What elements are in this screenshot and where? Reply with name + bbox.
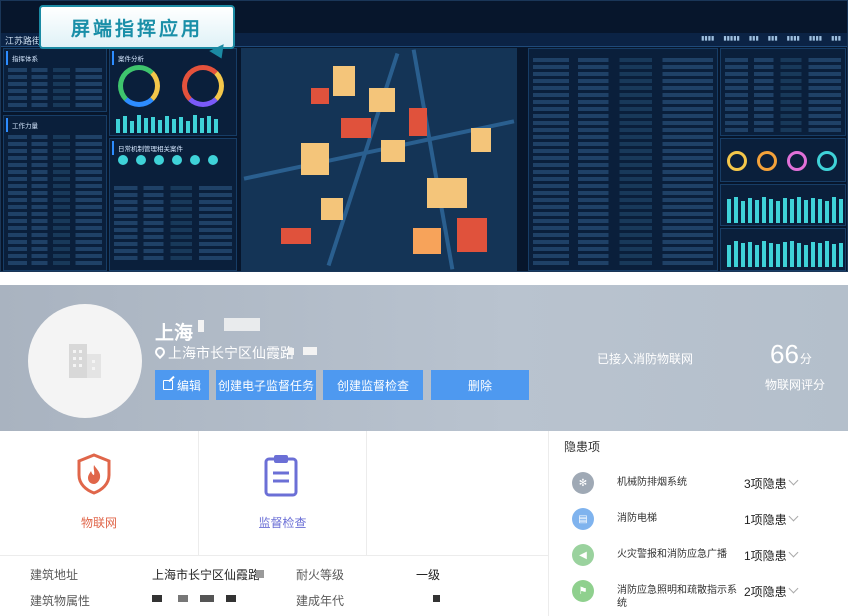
dashboard-weather-strip: ▮▮▮▮ ▮▮▮▮▮ ▮▮▮ ▮▮▮ ▮▮▮▮ ▮▮▮▮ ▮▮▮ bbox=[701, 35, 841, 42]
card-empty bbox=[367, 431, 548, 556]
iot-score-label: 物联网评分 bbox=[765, 378, 826, 392]
attr-property-label: 建筑物属性 bbox=[30, 594, 91, 608]
hazard-count: 1项隐患 bbox=[744, 549, 787, 563]
redacted-property-3 bbox=[200, 595, 214, 602]
hazards-title: 隐患项 bbox=[564, 440, 601, 454]
hazard-item[interactable]: ▤ 消防电梯 1项隐患 bbox=[568, 504, 838, 536]
page: 屏端指挥应用 江苏路街 ▮▮▮▮ ▮▮▮▮▮ ▮▮▮ ▮▮▮ ▮▮▮▮ ▮▮▮▮… bbox=[0, 0, 848, 616]
hazard-name: 消防应急照明和疏散指示系统 bbox=[617, 585, 737, 609]
panel-stats-middle bbox=[528, 48, 718, 271]
module-cards: 物联网 监督检查 bbox=[0, 431, 548, 556]
panel-command-system-title: 指挥体系 bbox=[6, 51, 106, 65]
elevator-icon: ▤ bbox=[572, 508, 594, 530]
create-inspection-button[interactable]: 创建监督检查 bbox=[323, 370, 423, 400]
building-address: 上海市长宁区仙霞路 bbox=[155, 343, 294, 363]
iot-score: 66 分 bbox=[770, 339, 812, 370]
redacted-address-1 bbox=[288, 348, 294, 355]
district-map bbox=[241, 48, 517, 271]
chevron-down-icon[interactable] bbox=[788, 547, 799, 558]
iot-score-value: 66 bbox=[770, 339, 799, 369]
weather-level-icon: ▮▮▮ bbox=[831, 36, 841, 42]
attr-address-label: 建筑地址 bbox=[30, 568, 79, 582]
redacted-property-4 bbox=[226, 595, 236, 602]
edit-button-label: 编辑 bbox=[176, 378, 201, 393]
dashboard-banner: 屏端指挥应用 bbox=[39, 5, 235, 49]
attr-address-value: 上海市长宁区仙霞路 bbox=[152, 568, 261, 582]
command-system-rows bbox=[8, 65, 102, 110]
delete-button[interactable]: 删除 bbox=[431, 370, 529, 400]
stats-right-rows bbox=[725, 55, 841, 135]
speaker-icon: ◀ bbox=[572, 544, 594, 566]
daily-case-rows bbox=[114, 183, 232, 263]
panel-bar-stats-2 bbox=[720, 228, 846, 271]
edit-button[interactable]: 编辑 bbox=[155, 370, 209, 400]
hazard-count: 1项隐患 bbox=[744, 513, 787, 527]
redacted-property-1 bbox=[152, 595, 162, 602]
building-icon bbox=[65, 344, 105, 378]
dashboard-app-name: 江苏路街 bbox=[5, 36, 42, 46]
hazard-count: 2项隐患 bbox=[744, 585, 787, 599]
card-inspection[interactable]: 监督检查 bbox=[199, 431, 367, 556]
create-supervision-task-button[interactable]: 创建电子监督任务 bbox=[216, 370, 316, 400]
building-name: 上海 bbox=[155, 323, 194, 344]
weather-rain-icon: ▮▮▮▮▮ bbox=[723, 36, 740, 42]
building-address-text: 上海市长宁区仙霞路 bbox=[168, 345, 294, 361]
chevron-down-icon[interactable] bbox=[788, 583, 799, 594]
work-force-rows bbox=[8, 132, 102, 268]
hazard-item[interactable]: ⚑ 消防应急照明和疏散指示系统 2项隐患 bbox=[568, 576, 838, 609]
panel-stats-right-top bbox=[720, 48, 846, 136]
attr-fire-level-value: 一级 bbox=[416, 568, 441, 582]
panel-daily-cases: 日常机制管理相关案件 bbox=[109, 138, 237, 271]
redacted-name-1 bbox=[198, 320, 204, 332]
redacted-attr-1 bbox=[256, 570, 264, 578]
panel-command-system: 指挥体系 bbox=[3, 48, 107, 112]
command-dashboard-preview: 屏端指挥应用 江苏路街 ▮▮▮▮ ▮▮▮▮▮ ▮▮▮ ▮▮▮ ▮▮▮▮ ▮▮▮▮… bbox=[0, 0, 848, 272]
weather-temp-icon: ▮▮▮▮ bbox=[701, 36, 715, 42]
section-divider bbox=[548, 431, 549, 616]
panel-daily-cases-title: 日常机制管理相关案件 bbox=[112, 141, 236, 155]
building-avatar bbox=[28, 304, 142, 418]
redacted-year bbox=[433, 595, 440, 602]
redacted-address-2 bbox=[303, 347, 317, 355]
discovery-channel-ring bbox=[118, 65, 160, 107]
chevron-down-icon[interactable] bbox=[788, 511, 799, 522]
clipboard-icon bbox=[264, 455, 298, 497]
location-pin-icon bbox=[155, 347, 165, 359]
panel-case-analysis: 案件分析 bbox=[109, 48, 237, 136]
weather-wind-icon: ▮▮▮ bbox=[767, 36, 778, 42]
iot-connected-status: 已接入消防物联网 bbox=[597, 352, 694, 366]
case-bars bbox=[116, 113, 218, 133]
hazard-name: 火灾警报和消防应急广播 bbox=[617, 549, 727, 560]
stats-middle-rows bbox=[533, 55, 713, 268]
fan-icon: ✻ bbox=[572, 472, 594, 494]
card-iot[interactable]: 物联网 bbox=[0, 431, 199, 556]
redacted-name-2 bbox=[224, 318, 260, 331]
iot-score-unit: 分 bbox=[799, 352, 812, 366]
redacted-property-2 bbox=[178, 595, 188, 602]
hazard-count: 3项隐患 bbox=[744, 477, 787, 491]
hazard-name: 消防电梯 bbox=[617, 513, 657, 524]
light-icon: ⚑ bbox=[572, 580, 594, 602]
attr-year-label: 建成年代 bbox=[296, 594, 345, 608]
attr-fire-level-label: 耐火等级 bbox=[296, 568, 345, 582]
hazard-item[interactable]: ✻ 机械防排烟系统 3项隐患 bbox=[568, 468, 838, 500]
fire-shield-icon bbox=[77, 453, 111, 495]
case-type-ring bbox=[182, 65, 224, 107]
edit-icon bbox=[162, 380, 173, 390]
weather-direction-icon: ▮▮▮▮ bbox=[786, 36, 800, 42]
hazard-item[interactable]: ◀ 火灾警报和消防应急广播 1项隐患 bbox=[568, 540, 838, 572]
panel-work-force: 工作力量 bbox=[3, 115, 107, 271]
chevron-down-icon[interactable] bbox=[788, 475, 799, 486]
card-inspection-label: 监督检查 bbox=[258, 516, 307, 530]
weather-pm-icon: ▮▮▮▮ bbox=[808, 36, 823, 42]
daily-case-icons bbox=[118, 155, 230, 167]
card-iot-label: 物联网 bbox=[80, 516, 117, 530]
panel-bar-stats-1 bbox=[720, 184, 846, 226]
panel-ring-stats bbox=[720, 138, 846, 182]
weather-humidity-icon: ▮▮▮ bbox=[748, 36, 759, 42]
building-profile-header bbox=[0, 285, 848, 431]
dashboard-banner-text: 屏端指挥应用 bbox=[70, 17, 203, 40]
panel-work-force-title: 工作力量 bbox=[6, 118, 106, 132]
hazard-name: 机械防排烟系统 bbox=[617, 477, 687, 488]
